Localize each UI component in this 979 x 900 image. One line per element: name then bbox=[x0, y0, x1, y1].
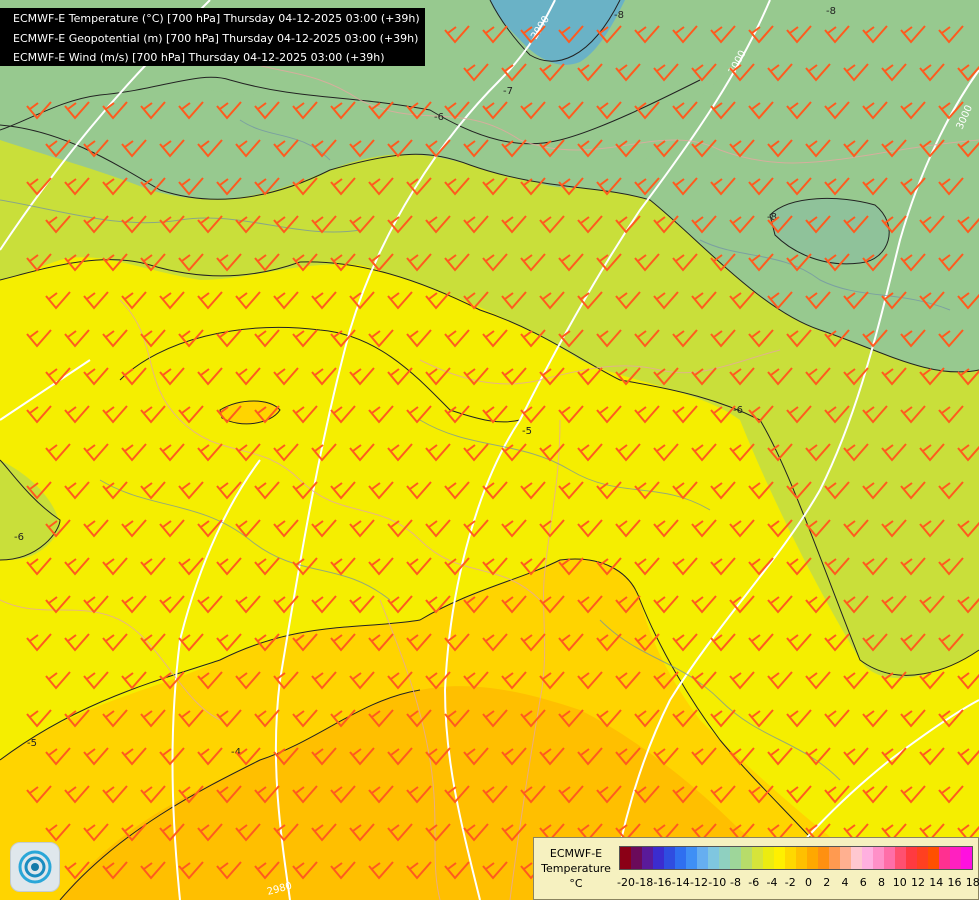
legend-tick: -8 bbox=[730, 876, 741, 889]
legend-swatch bbox=[906, 847, 917, 869]
legend-tick: 12 bbox=[910, 876, 925, 889]
legend-swatch bbox=[653, 847, 664, 869]
isotherm-label: -8 bbox=[826, 6, 836, 17]
isotherm-label: -7 bbox=[503, 86, 513, 97]
legend-tick: -14 bbox=[671, 876, 690, 889]
legend-tick: 10 bbox=[892, 876, 907, 889]
legend-swatch bbox=[741, 847, 752, 869]
legend-swatch bbox=[752, 847, 763, 869]
legend-tick: 14 bbox=[929, 876, 944, 889]
legend-swatch bbox=[840, 847, 851, 869]
legend-swatch bbox=[950, 847, 961, 869]
legend-tick: 18 bbox=[965, 876, 979, 889]
legend-swatch bbox=[895, 847, 906, 869]
ecmwf-logo-icon bbox=[10, 842, 60, 892]
map-title-box: ECMWF-E Temperature (°C) [700 hPa] Thurs… bbox=[0, 8, 425, 66]
legend-swatch bbox=[719, 847, 730, 869]
title-geopotential: ECMWF-E Geopotential (m) [700 hPa] Thurs… bbox=[13, 31, 419, 45]
weather-map: -8 -8 -8 -7 -6 -6 -6 -5 -5 -4 2990 3000 … bbox=[0, 0, 979, 900]
legend-model: ECMWF-E bbox=[549, 847, 603, 860]
temperature-legend: ECMWF-E Temperature °C -20 -18 -16 -14 -12 -1… bbox=[533, 837, 979, 900]
isotherm-label: -6 bbox=[434, 112, 444, 123]
legend-tick: 8 bbox=[877, 876, 885, 889]
isotherm-label: -5 bbox=[27, 738, 37, 749]
legend-swatch bbox=[763, 847, 774, 869]
isotherm-label: -5 bbox=[522, 426, 532, 437]
legend-swatch bbox=[785, 847, 796, 869]
legend-tick: -6 bbox=[748, 876, 760, 889]
legend-swatch bbox=[807, 847, 818, 869]
legend-title: ECMWF-E Temperature °C bbox=[540, 846, 612, 891]
legend-swatch bbox=[730, 847, 741, 869]
isotherm-label: -6 bbox=[14, 532, 24, 543]
legend-variable: Temperature bbox=[541, 862, 611, 875]
legend-swatch bbox=[708, 847, 719, 869]
legend-swatch bbox=[917, 847, 928, 869]
legend-swatch bbox=[939, 847, 950, 869]
title-wind: ECMWF-E Wind (m/s) [700 hPa] Thursday 04… bbox=[13, 51, 385, 64]
legend-swatch bbox=[675, 847, 686, 869]
legend-tick: 16 bbox=[947, 876, 962, 889]
legend-swatch bbox=[774, 847, 785, 869]
legend-tick: -10 bbox=[708, 876, 727, 889]
legend-swatch bbox=[631, 847, 642, 869]
legend-tick: -18 bbox=[635, 876, 654, 889]
legend-swatch bbox=[796, 847, 807, 869]
legend-swatch bbox=[620, 847, 631, 869]
legend-tick: -16 bbox=[653, 876, 672, 889]
legend-swatch bbox=[697, 847, 708, 869]
title-temperature: ECMWF-E Temperature (°C) [700 hPa] Thurs… bbox=[13, 12, 420, 25]
legend-swatch bbox=[829, 847, 840, 869]
legend-unit: °C bbox=[569, 877, 583, 890]
legend-swatch bbox=[873, 847, 884, 869]
legend-swatch bbox=[664, 847, 675, 869]
legend-swatch bbox=[928, 847, 939, 869]
legend-color-bar bbox=[619, 846, 973, 870]
legend-tick: -4 bbox=[766, 876, 778, 889]
legend-swatch bbox=[961, 847, 972, 869]
legend-swatch bbox=[686, 847, 697, 869]
legend-swatch bbox=[862, 847, 873, 869]
legend-tick: 2 bbox=[823, 876, 831, 889]
isotherm-label: -8 bbox=[614, 10, 624, 21]
legend-tick: 4 bbox=[841, 876, 849, 889]
legend-swatch bbox=[818, 847, 829, 869]
legend-swatch bbox=[851, 847, 862, 869]
legend-swatch bbox=[642, 847, 653, 869]
legend-tick: -20 bbox=[617, 876, 635, 889]
legend-swatch bbox=[884, 847, 895, 869]
legend-tick: -12 bbox=[690, 876, 708, 889]
legend-tick: -2 bbox=[784, 876, 796, 889]
legend-tick: 0 bbox=[804, 876, 812, 889]
legend-tick: 6 bbox=[859, 876, 867, 889]
